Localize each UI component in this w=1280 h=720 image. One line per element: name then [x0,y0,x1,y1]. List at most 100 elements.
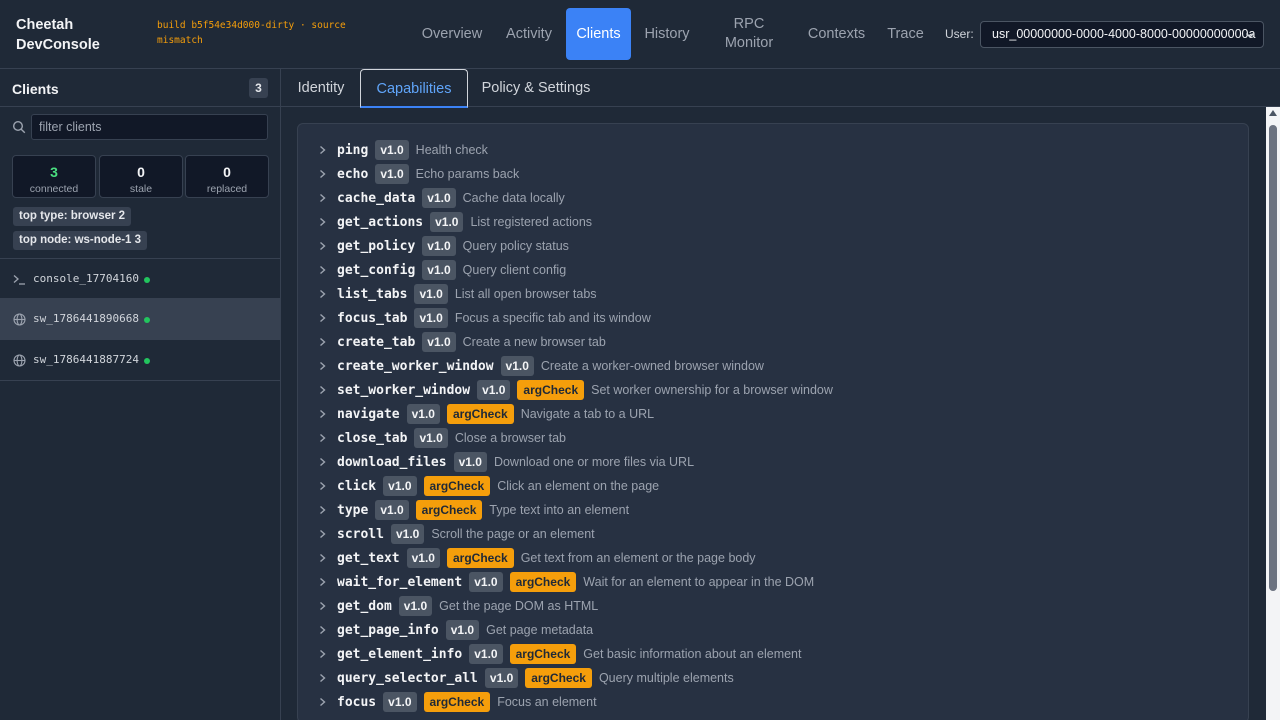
chevron-right-icon[interactable] [319,649,326,659]
capability-row[interactable]: get_page_info v1.0 Get page metadata [298,619,593,641]
brand-line-1: Cheetah [16,17,74,33]
capability-name: click [337,478,377,494]
capability-row[interactable]: ping v1.0 Health check [298,139,488,161]
chevron-right-icon[interactable] [319,241,326,251]
nav-tab-activity[interactable]: Activity [497,8,561,60]
version-badge: v1.0 [422,236,456,256]
capability-row[interactable]: query_selector_all v1.0 argCheck Query mult… [298,667,734,689]
chevron-right-icon[interactable] [319,601,326,611]
capability-row[interactable]: get_policy v1.0 Query policy status [298,235,569,257]
chevron-right-icon[interactable] [319,193,326,203]
capability-row[interactable]: type v1.0 argCheck Type text into an elemen… [298,499,629,521]
capability-description: Click an element on the page [497,479,660,493]
scrollbar[interactable] [1266,107,1280,720]
capability-row[interactable]: create_worker_window v1.0 Create a worker-… [298,355,764,377]
chevron-right-icon[interactable] [319,625,326,635]
chevron-right-icon[interactable] [319,361,326,371]
argcheck-badge: argCheck [423,476,491,496]
client-row[interactable]: sw_1786441890668 [0,299,280,340]
version-badge: v1.0 [398,596,433,616]
tab-identity[interactable]: Identity [285,69,357,108]
nav-tab-clients[interactable]: Clients [566,8,631,60]
capability-name: get_dom [337,598,392,614]
chevron-right-icon[interactable] [319,265,326,275]
globe-icon [13,313,26,326]
chevron-right-icon[interactable] [319,337,326,347]
capability-row[interactable]: echo v1.0 Echo params back [298,163,519,185]
capability-row[interactable]: click v1.0 argCheck Click an element on the… [298,475,659,497]
capability-row[interactable]: get_actions v1.0 List registered actions [298,211,592,233]
client-name: console_17704160 [33,272,139,285]
chevron-right-icon[interactable] [319,409,326,419]
scrollbar-thumb[interactable] [1269,125,1277,591]
capability-name: query_selector_all [337,670,478,686]
stat-stale-label: stale [129,183,153,195]
client-row[interactable]: console_17704160 [0,258,280,299]
scroll-up-arrow-icon[interactable] [1269,110,1277,116]
nav-tab-history[interactable]: History [635,8,699,60]
capability-description: Echo params back [415,167,520,181]
argcheck-badge: argCheck [525,668,592,688]
stat-connected-value: 3 [50,164,58,180]
filter-clients-input[interactable] [31,114,268,140]
capability-row[interactable]: set_worker_window v1.0 argCheck Set worker … [298,379,833,401]
nav-tab-rpc-monitor[interactable]: RPC Monitor [711,8,787,60]
globe-icon [13,354,26,367]
chevron-right-icon[interactable] [319,217,326,227]
chevron-right-icon[interactable] [319,673,326,683]
chevron-right-icon[interactable] [319,481,326,491]
chevron-right-icon[interactable] [319,145,326,155]
client-row[interactable]: sw_1786441887724 [0,340,280,381]
capability-row[interactable]: focus v1.0 argCheck Focus an element [298,691,597,713]
chevron-right-icon[interactable] [319,289,326,299]
nav-tab-overview[interactable]: Overview [414,8,490,60]
chevron-right-icon[interactable] [319,697,326,707]
chevron-right-icon[interactable] [319,433,326,443]
capability-row[interactable]: get_dom v1.0 Get the page DOM as HTML [298,595,598,617]
top-type-chip: top type: browser 2 [13,207,132,226]
capability-row[interactable]: get_text v1.0 argCheck Get text from an ele… [298,547,756,569]
chevron-right-icon[interactable] [319,313,326,323]
capability-row[interactable]: wait_for_element v1.0 argCheck Wait for an … [298,571,814,593]
version-badge: v1.0 [500,356,534,376]
capability-row[interactable]: navigate v1.0 argCheck Navigate a tab to a … [298,403,654,425]
tab-policy-settings[interactable]: Policy & Settings [476,69,596,108]
app-brand: Cheetah DevConsole [16,15,100,55]
sidebar-header: Clients 3 [0,69,280,107]
nav-tab-contexts[interactable]: Contexts [799,8,874,60]
capability-row[interactable]: download_files v1.0 Download one or more f… [298,451,694,473]
capability-row[interactable]: list_tabs v1.0 List all open browser tabs [298,283,597,305]
capability-row[interactable]: get_config v1.0 Query client config [298,259,566,281]
capability-name: get_policy [337,238,416,254]
chevron-right-icon[interactable] [319,577,326,587]
capability-name: get_page_info [337,622,439,638]
chevron-right-icon[interactable] [319,385,326,395]
capability-name: get_config [337,262,416,278]
capability-row[interactable]: focus_tab v1.0 Focus a specific tab and it… [298,307,651,329]
tab-capabilities[interactable]: Capabilities [360,69,468,108]
argcheck-badge: argCheck [509,644,577,664]
version-badge: v1.0 [469,572,503,592]
capability-row[interactable]: cache_data v1.0 Cache data locally [298,187,565,209]
chevron-right-icon[interactable] [319,169,326,179]
capability-description: Query multiple elements [598,671,734,685]
sidebar-title: Clients [12,81,59,97]
status-online-dot [144,358,150,364]
chevron-right-icon[interactable] [319,505,326,515]
capability-row[interactable]: scroll v1.0 Scroll the page or an element [298,523,595,545]
capability-name: create_worker_window [337,358,494,374]
capability-description: Cache data locally [462,191,565,205]
capabilities-list: ping v1.0 Health check echo v1.0 Echo params … [297,123,1249,720]
capability-row[interactable]: get_element_info v1.0 argCheck Get basic in… [298,643,801,665]
chevron-right-icon[interactable] [319,553,326,563]
chevron-right-icon[interactable] [319,529,326,539]
capability-name: ping [337,142,369,158]
clients-sidebar: Clients 3 3 connected 0 stale 0 replaced… [0,69,281,720]
chevron-right-icon[interactable] [319,457,326,467]
version-badge: v1.0 [422,188,456,208]
nav-tab-trace[interactable]: Trace [881,8,930,60]
capability-row[interactable]: close_tab v1.0 Close a browser tab [298,427,566,449]
capability-row[interactable]: create_tab v1.0 Create a new browser tab [298,331,606,353]
user-select[interactable]: usr_00000000-0000-4000-8000-00000000000a [980,21,1264,48]
stat-stale-value: 0 [137,164,145,180]
